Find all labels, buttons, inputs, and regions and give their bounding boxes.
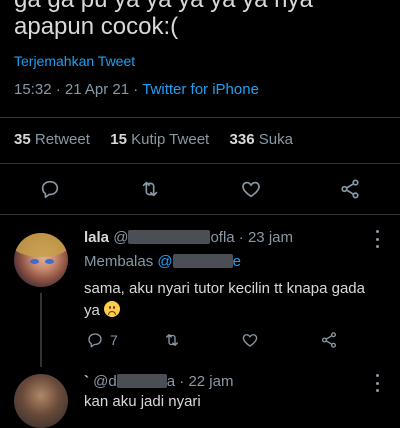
- reply-handle-suffix: ofla: [210, 229, 235, 246]
- retweets-count: 35: [14, 131, 31, 148]
- heart-icon: [242, 334, 258, 347]
- thread-line: [40, 293, 42, 367]
- divider: [0, 163, 400, 164]
- avatar[interactable]: [14, 374, 68, 428]
- reply-handle-suffix: a: [166, 373, 176, 390]
- likes-label: Suka: [258, 131, 293, 148]
- heart-icon: [242, 181, 260, 198]
- tweet-stats: 35 Retweet 15 Kutip Tweet 336 Suka: [14, 131, 293, 148]
- reply-author-name[interactable]: `: [84, 373, 89, 390]
- replying-handle-prefix: @: [157, 253, 173, 270]
- reply-like-button[interactable]: [241, 331, 259, 349]
- reply-text-cut: kan aku jadi nyari: [84, 393, 201, 410]
- redacted-handle: [128, 230, 211, 244]
- reply-button[interactable]: [36, 175, 64, 203]
- reply-handle-prefix: @: [113, 229, 129, 246]
- share-icon: [341, 179, 359, 199]
- frowning-face-emoji: [104, 301, 121, 317]
- reply-share-button[interactable]: [320, 331, 338, 349]
- quotes-label: Kutip Tweet: [131, 131, 210, 148]
- tweet-text: apapun cocok:(: [14, 13, 179, 40]
- reply-icon: [41, 180, 59, 199]
- reply-icon: [88, 333, 102, 348]
- reply-retweet-button[interactable]: [163, 331, 181, 349]
- replying-label: Membalas: [84, 253, 154, 270]
- reply-time: 22 jam: [188, 373, 234, 390]
- reply-body-text: sama, aku nyari tutor kecilin tt knapa g…: [84, 280, 365, 319]
- tweet-time: 15:32: [14, 81, 52, 98]
- retweets-stat[interactable]: 35 Retweet: [14, 131, 90, 148]
- translate-tweet-link[interactable]: Terjemahkan Tweet: [14, 53, 135, 69]
- more-icon[interactable]: [374, 374, 380, 392]
- reply-header: lala @ ofla · 23 jam: [84, 229, 293, 246]
- meta-separator: ·: [133, 81, 143, 98]
- reply-reply-button[interactable]: 7: [86, 331, 118, 349]
- reply-handle-prefix: @d: [93, 373, 117, 390]
- retweet-button[interactable]: [136, 175, 164, 203]
- quotes-count: 15: [110, 131, 127, 148]
- avatar[interactable]: [14, 233, 68, 287]
- tweet-date: 21 Apr 21: [64, 81, 130, 98]
- meta-separator: ·: [238, 229, 248, 246]
- share-button[interactable]: [336, 175, 364, 203]
- retweets-label: Retweet: [34, 131, 90, 148]
- retweet-icon: [166, 334, 178, 346]
- redacted-handle: [116, 374, 167, 388]
- more-icon[interactable]: [374, 230, 380, 248]
- share-icon: [321, 332, 337, 348]
- like-button[interactable]: [237, 175, 265, 203]
- tweet-source-link[interactable]: Twitter for iPhone: [142, 81, 259, 98]
- redacted-handle: [172, 254, 233, 268]
- likes-count: 336: [229, 131, 255, 148]
- divider: [0, 117, 400, 118]
- reply-header: ` @d a · 22 jam: [84, 373, 233, 390]
- replying-to: Membalas @ e: [84, 253, 241, 270]
- reply-text: sama, aku nyari tutor kecilin tt knapa g…: [84, 278, 384, 322]
- reply-count: 7: [110, 332, 118, 348]
- reply-time: 23 jam: [247, 229, 293, 246]
- replying-handle[interactable]: @ e: [157, 253, 241, 270]
- retweet-icon: [142, 181, 158, 197]
- quotes-stat[interactable]: 15 Kutip Tweet: [110, 131, 209, 148]
- likes-stat[interactable]: 336 Suka: [230, 131, 293, 148]
- reply-author-name[interactable]: lala: [84, 229, 109, 246]
- tweet-meta: 15:32 · 21 Apr 21 · Twitter for iPhone: [14, 81, 259, 98]
- replying-handle-suffix: e: [232, 253, 241, 270]
- meta-separator: ·: [55, 81, 65, 98]
- tweet-text-cut-line: ga ga pu ya ya ya ya ya nya: [14, 0, 313, 14]
- divider: [0, 214, 400, 215]
